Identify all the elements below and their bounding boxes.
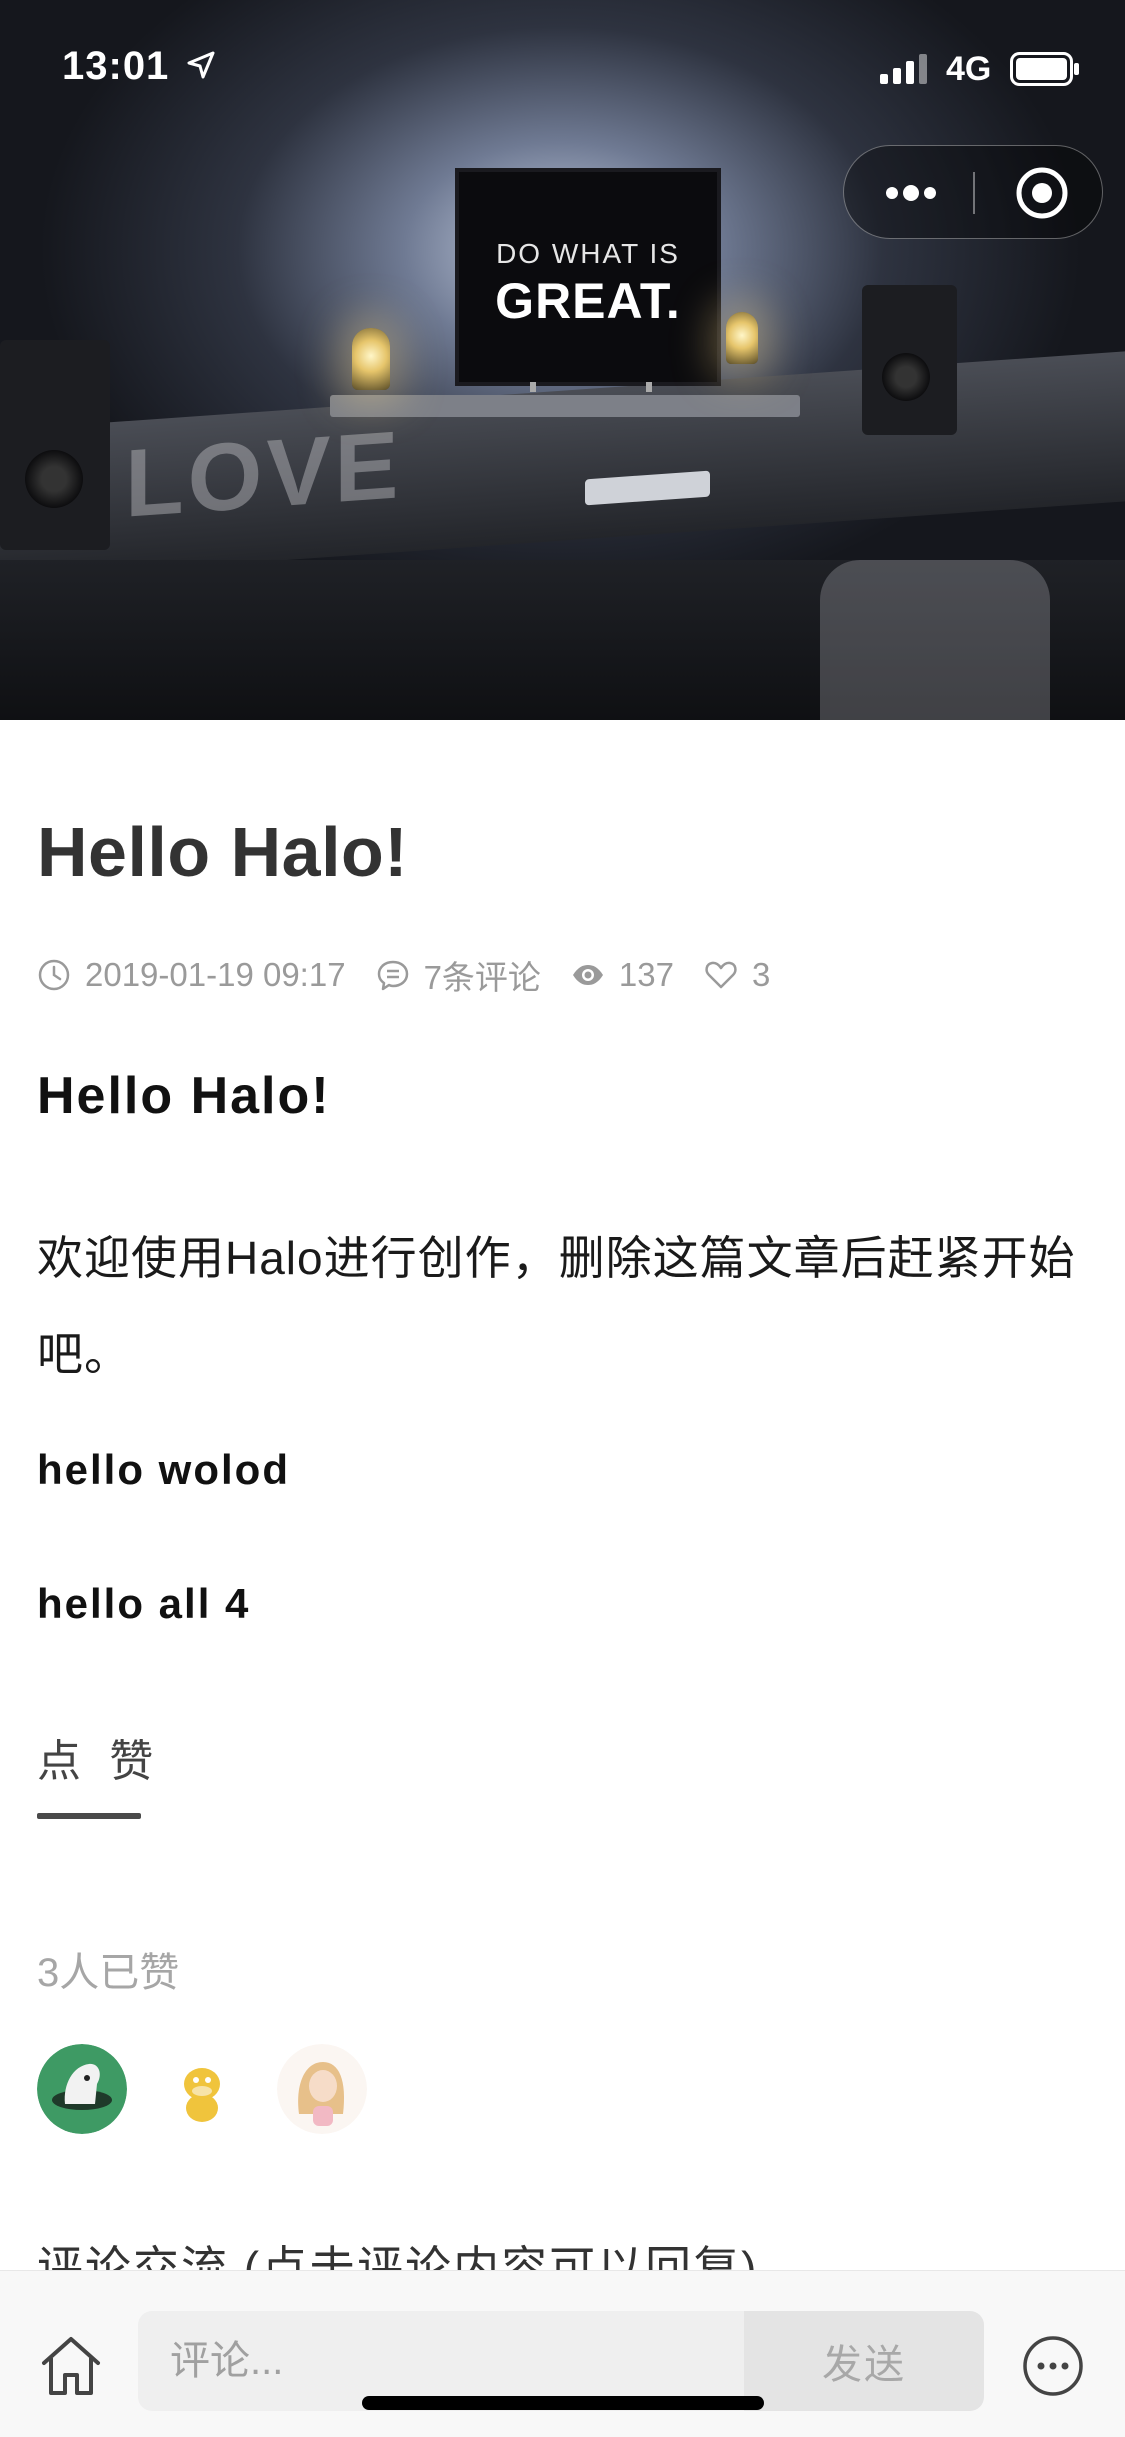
like-count: 3	[751, 956, 771, 993]
article-meta: 2019-01-19 09:17 7条评论 137 3	[37, 955, 800, 996]
eye-icon	[572, 965, 603, 985]
comment-count: 7条评论	[423, 959, 541, 996]
capsule-divider	[973, 172, 975, 214]
status-time: 13:01	[62, 44, 170, 88]
home-icon[interactable]	[38, 2333, 104, 2399]
content-heading: Hello Halo!	[37, 1067, 331, 1125]
lamp-right	[726, 312, 758, 364]
monitor-shelf	[330, 395, 800, 417]
send-button[interactable]: 发送	[744, 2311, 984, 2411]
content-subheading-1: hello wolod	[37, 1446, 290, 1493]
monitor-text-line2: GREAT.	[495, 273, 681, 329]
tab-underline	[37, 1813, 141, 1819]
miniprogram-capsule	[843, 145, 1103, 239]
cellular-signal-icon	[880, 54, 927, 84]
content-subheading-2: hello all 4	[37, 1580, 251, 1627]
home-indicator	[362, 2396, 764, 2410]
avatar[interactable]	[277, 2044, 367, 2134]
article-title: Hello Halo!	[37, 813, 409, 891]
network-type: 4G	[946, 50, 992, 88]
monitor-text-line1: DO WHAT IS	[496, 238, 680, 269]
heart-icon	[705, 961, 737, 989]
close-miniprogram-icon[interactable]	[1014, 165, 1070, 221]
chair	[820, 560, 1050, 720]
bottom-bar: 发送	[0, 2270, 1125, 2437]
battery-icon	[1010, 52, 1079, 86]
avatar[interactable]	[157, 2044, 247, 2134]
lamp-left	[352, 328, 390, 390]
location-arrow-icon	[187, 51, 215, 79]
speaker-left	[0, 340, 110, 550]
more-icon[interactable]	[1022, 2335, 1084, 2397]
monitor-stand	[530, 382, 652, 392]
avatar[interactable]	[37, 2044, 127, 2134]
content-paragraph: 欢迎使用Halo进行创作，删除这篇文章后赶紧开始吧。	[37, 1232, 1076, 1380]
post-date: 2019-01-19 09:17	[85, 956, 346, 993]
monitor: DO WHAT IS GREAT.	[455, 168, 721, 386]
liker-avatars	[37, 2044, 397, 2134]
status-bar: 13:01 4G	[0, 0, 1125, 140]
more-options-icon[interactable]	[882, 176, 940, 210]
likes-summary: 3人已赞	[37, 1951, 180, 1995]
love-sign: LOVE	[125, 411, 403, 538]
tab-likes[interactable]: 点 赞	[37, 1725, 161, 1789]
view-count: 137	[618, 956, 674, 993]
clock-icon	[38, 959, 70, 991]
speaker-right	[862, 285, 957, 435]
comment-icon	[377, 960, 408, 991]
